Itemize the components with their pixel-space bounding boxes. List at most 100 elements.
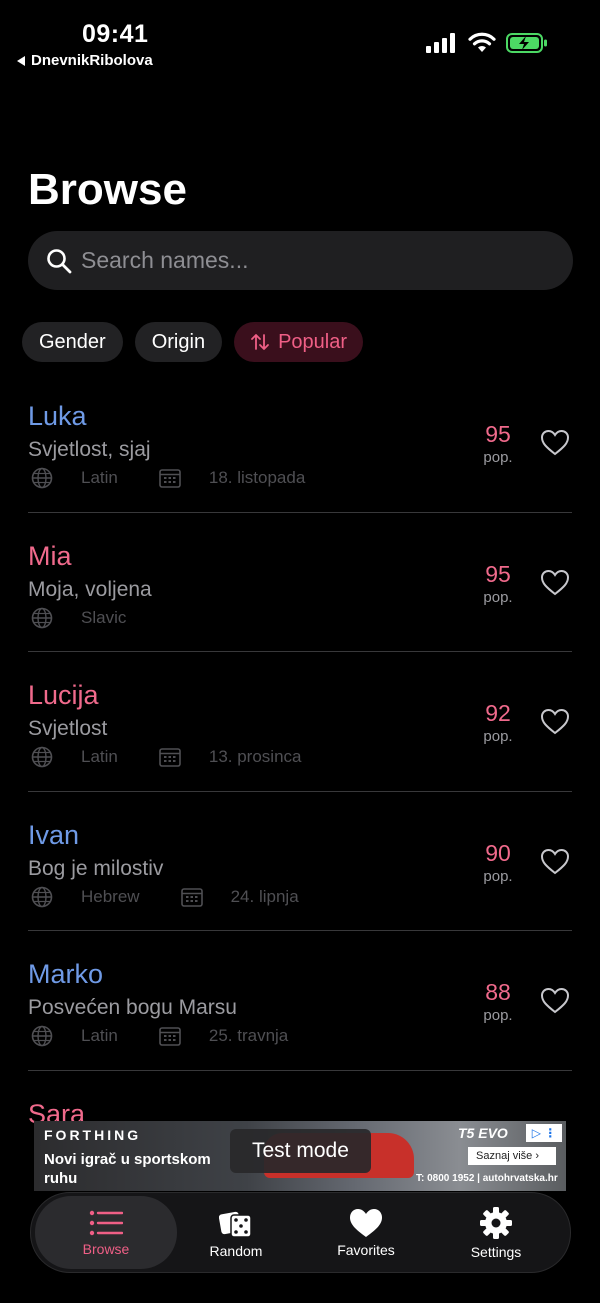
favorite-heart-icon[interactable]	[540, 847, 570, 877]
favorite-heart-icon[interactable]	[540, 568, 570, 598]
tab-random-label: Random	[209, 1242, 263, 1259]
popularity-value: 95	[485, 421, 511, 447]
tab-bar: Browse Random Favorites Settings	[30, 1192, 571, 1273]
sort-popular-label: Popular	[278, 330, 348, 353]
row-divider	[28, 511, 572, 513]
sort-arrows-icon	[251, 334, 269, 350]
name-meaning: Moja, voljena	[28, 577, 152, 601]
globe-icon	[31, 886, 53, 907]
back-to-app-button[interactable]: DnevnikRibolova	[17, 52, 153, 69]
name-title: Ivan	[28, 819, 80, 850]
popularity-value: 88	[485, 979, 511, 1005]
popularity-score: 88 pop.	[468, 979, 528, 1024]
calendar-icon	[180, 887, 203, 907]
name-day-date: 24. lipnja	[230, 886, 299, 906]
origin-filter-chip[interactable]: Origin	[134, 322, 223, 362]
name-day-date: 25. travnja	[208, 1026, 289, 1045]
tab-browse[interactable]: Browse	[35, 1196, 177, 1269]
ad-phone: T: 0800 1952 | autohrvatska.hr	[416, 1173, 558, 1184]
battery-charging-icon	[506, 32, 547, 53]
popularity-label: pop.	[483, 588, 513, 606]
popularity-label: pop.	[483, 449, 513, 466]
search-input[interactable]	[81, 231, 551, 290]
popularity-value: 92	[485, 700, 511, 726]
back-app-label: DnevnikRibolova	[31, 52, 153, 69]
cellular-signal-icon	[426, 32, 455, 53]
ad-headline: Novi igrač u sportskom ruhu	[44, 1151, 211, 1187]
popularity-label: pop.	[483, 728, 513, 745]
name-meta: Latin 13. prosinca	[31, 746, 302, 768]
tab-settings[interactable]: Settings	[425, 1196, 567, 1269]
tab-favorites[interactable]: Favorites	[295, 1196, 437, 1269]
list-item[interactable]: Ivan Bog je milostiv Hebrew 24. lipnja 9…	[0, 812, 600, 952]
name-title: Marko	[28, 959, 104, 989]
wifi-icon	[468, 32, 496, 52]
ad-model: T5 EVO	[458, 1125, 508, 1141]
popularity-value: 95	[485, 560, 511, 587]
page-title: Browse	[28, 165, 187, 214]
list-item[interactable]: Mia Moja, voljena Slavic 95 pop.	[0, 533, 600, 673]
list-item[interactable]: Marko Posvećen bogu Marsu Latin 25. trav…	[0, 951, 600, 1091]
favorite-heart-icon[interactable]	[540, 707, 570, 737]
globe-icon	[31, 467, 53, 489]
globe-icon	[31, 607, 53, 628]
row-divider	[28, 1069, 572, 1071]
gender-filter-label: Gender	[39, 330, 106, 353]
origin-label: Latin	[81, 747, 118, 766]
row-divider	[28, 651, 572, 652]
search-icon	[47, 249, 72, 274]
search-bar[interactable]	[28, 231, 573, 290]
name-meta: Latin 25. travnja	[31, 1025, 288, 1047]
sort-popular-chip[interactable]: Popular	[234, 322, 364, 362]
back-arrow-icon	[17, 55, 25, 66]
name-meta: Slavic	[31, 607, 126, 629]
calendar-icon	[159, 469, 181, 488]
name-meta: Latin 18. listopada	[31, 467, 305, 489]
filter-chips: Gender Origin Popular	[22, 322, 364, 362]
row-divider	[28, 930, 572, 931]
popularity-label: pop.	[483, 867, 513, 885]
ad-choices-icon[interactable]: ▷ ⋮	[526, 1124, 562, 1142]
globe-icon	[31, 746, 53, 768]
favorite-heart-icon[interactable]	[540, 428, 570, 458]
origin-label: Latin	[81, 468, 118, 487]
name-list: Luka Svjetlost, sjaj Latin 18. listopada…	[0, 393, 600, 1230]
gear-icon	[480, 1206, 512, 1239]
name-day-date: 13. prosinca	[208, 747, 302, 766]
ad-banner[interactable]: FORTHING Novi igrač u sportskom ruhu T5 …	[34, 1121, 566, 1191]
system-icons	[426, 32, 548, 53]
popularity-score: 95 pop.	[468, 561, 528, 606]
tab-favorites-label: Favorites	[337, 1241, 395, 1258]
tab-settings-label: Settings	[470, 1243, 522, 1260]
list-item[interactable]: Lucija Svjetlost Latin 13. prosinca 92 p…	[0, 672, 600, 812]
name-title: Luka	[28, 401, 87, 431]
popularity-label: pop.	[483, 1007, 513, 1024]
name-meta: Hebrew 24. lipnja	[31, 886, 299, 908]
status-bar: 09:41 DnevnikRibolova	[0, 0, 600, 80]
row-divider	[28, 790, 572, 792]
name-title: Mia	[28, 540, 72, 571]
status-time: 09:41	[82, 20, 149, 48]
gender-filter-chip[interactable]: Gender	[22, 322, 123, 362]
calendar-icon	[159, 1027, 181, 1046]
globe-icon	[31, 1025, 53, 1047]
list-item[interactable]: Luka Svjetlost, sjaj Latin 18. listopada…	[0, 393, 600, 533]
ad-test-mode-label: Test mode	[230, 1129, 371, 1173]
tab-random[interactable]: Random	[165, 1196, 307, 1269]
ad-cta-label: Saznaj više	[476, 1150, 533, 1162]
ad-brand: FORTHING	[44, 1127, 142, 1143]
origin-label: Hebrew	[81, 886, 140, 906]
popularity-score: 92 pop.	[468, 700, 528, 745]
dice-icon	[219, 1211, 252, 1238]
origin-label: Slavic	[81, 607, 127, 627]
name-meaning: Bog je milostiv	[28, 856, 164, 880]
origin-label: Latin	[81, 1026, 118, 1045]
ad-cta-button[interactable]: Saznaj više ›	[468, 1147, 556, 1165]
tab-browse-label: Browse	[82, 1240, 130, 1257]
name-day-date: 18. listopada	[208, 468, 306, 487]
favorite-heart-icon[interactable]	[540, 986, 570, 1016]
popularity-score: 95 pop.	[468, 421, 528, 466]
name-meaning: Svjetlost	[28, 717, 108, 740]
heart-icon	[350, 1208, 382, 1237]
popularity-value: 90	[485, 839, 511, 866]
